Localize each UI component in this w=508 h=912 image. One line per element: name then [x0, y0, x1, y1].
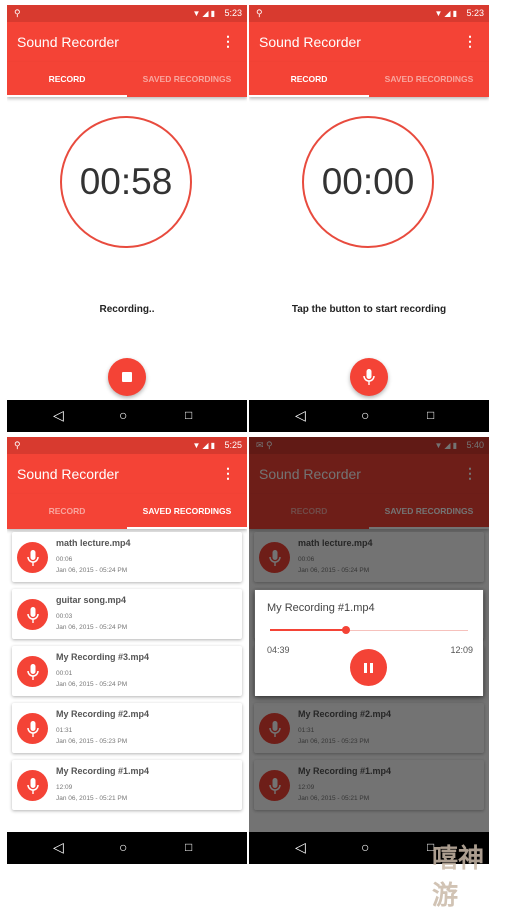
- recording-list-item[interactable]: My Recording #3.mp4 00:01 Jan 06, 2015 -…: [12, 646, 242, 696]
- notification-icons: ⚲: [256, 8, 263, 18]
- back-icon[interactable]: ◁: [295, 407, 306, 424]
- navigation-bar: ◁ ○ □: [7, 832, 247, 864]
- tab-saved-recordings[interactable]: SAVED RECORDINGS: [127, 62, 247, 97]
- current-time: 04:39: [267, 645, 290, 655]
- recents-icon[interactable]: □: [427, 408, 434, 422]
- tab-bar: RECORD SAVED RECORDINGS: [7, 494, 247, 529]
- recording-duration: 00:06: [56, 556, 73, 563]
- total-time: 12:09: [450, 645, 473, 655]
- seek-bar-thumb[interactable]: [341, 626, 350, 634]
- recording-name: My Recording #2.mp4: [56, 709, 150, 719]
- tab-saved-recordings[interactable]: SAVED RECORDINGS: [127, 494, 247, 529]
- watermark: 嘻神游: [432, 843, 485, 910]
- phone-screen-2: ⚲ ▼◢▮ 5:23 Sound Recorder ⋮ RECORD SAVED…: [249, 5, 489, 432]
- recording-list-item[interactable]: My Recording #2.mp4 01:31 Jan 06, 2015 -…: [12, 703, 242, 753]
- mic-icon: [17, 599, 48, 630]
- status-message: Recording..: [99, 304, 155, 315]
- toolbar: Sound Recorder ⋮: [7, 454, 247, 494]
- app-title: Sound Recorder: [259, 34, 361, 50]
- tab-record[interactable]: RECORD: [7, 62, 127, 97]
- home-icon[interactable]: ○: [119, 839, 127, 855]
- navigation-bar: ◁ ○ □: [249, 400, 489, 432]
- status-time: 5:23: [224, 8, 242, 18]
- recording-date: Jan 06, 2015 - 05:23 PM: [56, 738, 128, 745]
- status-bar: ⚲ ▼◢▮ 5:23: [7, 5, 247, 22]
- recording-name: My Recording #3.mp4: [56, 652, 150, 662]
- recents-icon[interactable]: □: [185, 408, 192, 422]
- toolbar: Sound Recorder ⋮: [7, 22, 247, 62]
- tab-indicator: [7, 95, 127, 97]
- timer-display: 00:00: [302, 116, 434, 248]
- tab-bar: RECORD SAVED RECORDINGS: [7, 62, 247, 97]
- home-icon[interactable]: ○: [361, 407, 369, 423]
- overflow-menu-icon[interactable]: ⋮: [463, 33, 477, 50]
- recording-date: Jan 06, 2015 - 05:24 PM: [56, 624, 128, 631]
- recording-duration: 01:31: [56, 727, 73, 734]
- recording-list-item[interactable]: My Recording #1.mp4 12:09 Jan 06, 2015 -…: [12, 760, 242, 810]
- recents-icon[interactable]: □: [185, 840, 192, 854]
- mic-icon: [17, 656, 48, 687]
- recording-date: Jan 06, 2015 - 05:24 PM: [56, 567, 128, 574]
- playback-title: My Recording #1.mp4: [267, 602, 375, 614]
- recording-list-item[interactable]: guitar song.mp4 00:03 Jan 06, 2015 - 05:…: [12, 589, 242, 639]
- overflow-menu-icon[interactable]: ⋮: [221, 33, 235, 50]
- wifi-signal-battery-icons: ▼◢▮: [434, 9, 459, 18]
- mic-icon: [17, 770, 48, 801]
- navigation-bar: ◁ ○ □: [7, 400, 247, 432]
- tab-bar: RECORD SAVED RECORDINGS: [249, 62, 489, 97]
- timer-display: 00:58: [60, 116, 192, 248]
- recording-name: guitar song.mp4: [56, 595, 127, 605]
- overflow-menu-icon[interactable]: ⋮: [221, 465, 235, 482]
- stop-icon: [122, 372, 132, 382]
- recording-date: Jan 06, 2015 - 05:21 PM: [56, 795, 128, 802]
- tab-record[interactable]: RECORD: [7, 494, 127, 529]
- recording-date: Jan 06, 2015 - 05:24 PM: [56, 681, 128, 688]
- status-bar: ⚲ ▼◢▮ 5:25: [7, 437, 247, 454]
- start-recording-button[interactable]: [350, 358, 388, 396]
- wifi-signal-battery-icons: ▼◢▮: [192, 441, 217, 450]
- notification-icons: ⚲: [14, 8, 21, 18]
- recording-list-item[interactable]: math lecture.mp4 00:06 Jan 06, 2015 - 05…: [12, 532, 242, 582]
- status-time: 5:23: [466, 8, 484, 18]
- app-title: Sound Recorder: [17, 466, 119, 482]
- playback-dialog: My Recording #1.mp4 04:39 12:09: [255, 590, 483, 696]
- toolbar: Sound Recorder ⋮: [249, 22, 489, 62]
- back-icon[interactable]: ◁: [53, 407, 64, 424]
- tab-record[interactable]: RECORD: [249, 62, 369, 97]
- recording-duration: 00:01: [56, 670, 73, 677]
- recording-duration: 12:09: [56, 784, 73, 791]
- wifi-signal-battery-icons: ▼◢▮: [192, 9, 217, 18]
- phone-screen-4: ✉ ⚲ ▼◢▮ 5:40 Sound Recorder ⋮ RECORD SAV…: [249, 437, 489, 864]
- pause-button[interactable]: [350, 649, 387, 686]
- status-time: 5:25: [224, 440, 242, 450]
- home-icon[interactable]: ○: [361, 839, 369, 855]
- mic-icon: [17, 542, 48, 573]
- recording-duration: 00:03: [56, 613, 73, 620]
- mic-icon: [362, 369, 376, 385]
- pause-icon: [364, 662, 373, 673]
- back-icon[interactable]: ◁: [295, 839, 306, 856]
- recording-name: My Recording #1.mp4: [56, 766, 150, 776]
- status-bar: ⚲ ▼◢▮ 5:23: [249, 5, 489, 22]
- back-icon[interactable]: ◁: [53, 839, 64, 856]
- status-message: Tap the button to start recording: [291, 304, 447, 315]
- recording-name: math lecture.mp4: [56, 538, 131, 548]
- notification-icons: ⚲: [14, 440, 21, 450]
- seek-bar-progress: [270, 629, 346, 631]
- mic-icon: [17, 713, 48, 744]
- stop-recording-button[interactable]: [108, 358, 146, 396]
- tab-indicator: [127, 527, 247, 529]
- phone-screen-1: ⚲ ▼◢▮ 5:23 Sound Recorder ⋮ RECORD SAVED…: [7, 5, 247, 432]
- app-title: Sound Recorder: [17, 34, 119, 50]
- home-icon[interactable]: ○: [119, 407, 127, 423]
- tab-saved-recordings[interactable]: SAVED RECORDINGS: [369, 62, 489, 97]
- phone-screen-3: ⚲ ▼◢▮ 5:25 Sound Recorder ⋮ RECORD SAVED…: [7, 437, 247, 864]
- tab-indicator: [249, 95, 369, 97]
